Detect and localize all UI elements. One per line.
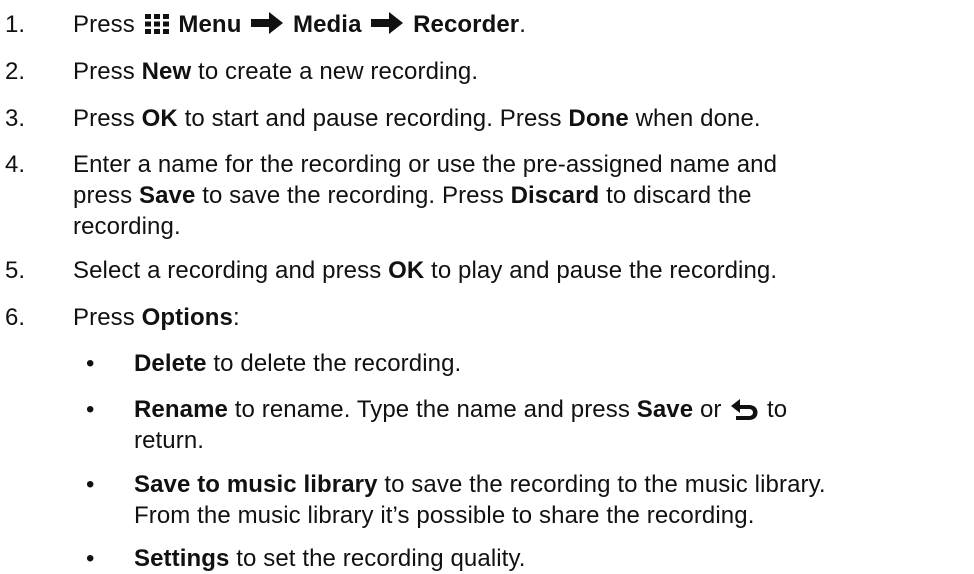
- text-run: Press: [73, 11, 142, 38]
- bold-term: Recorder: [406, 11, 520, 38]
- bullet-marker: •: [86, 396, 95, 423]
- instruction-document: 1. Press Menu Media Recorder. 2. Press New …: [0, 0, 974, 572]
- step-text-line: Enter a name for the recording or use th…: [73, 150, 777, 180]
- text-run: Press: [73, 105, 142, 132]
- step-number: 4.: [5, 151, 26, 178]
- option-text-line: Delete to delete the recording.: [134, 349, 461, 379]
- bullet-marker: •: [86, 471, 95, 498]
- option-text-line: From the music library it’s possible to …: [134, 501, 754, 531]
- bold-term: Options: [141, 304, 233, 331]
- step-number: 3.: [5, 105, 26, 132]
- step-text-line: Press Options:: [73, 303, 240, 333]
- bold-term: Media: [286, 11, 369, 38]
- step-number: 2.: [5, 58, 26, 85]
- bold-term: Delete: [134, 350, 207, 377]
- bullet-marker: •: [86, 545, 95, 572]
- step-text-line: press Save to save the recording. Press …: [73, 181, 752, 211]
- step-text-line: Press New to create a new recording.: [73, 57, 478, 87]
- option-text-line: return.: [134, 426, 204, 456]
- text-run: to play and pause the recording.: [424, 257, 778, 284]
- text-run: Press: [73, 304, 142, 331]
- arrow-right-icon: [250, 11, 284, 43]
- bold-term: OK: [141, 105, 178, 132]
- text-run: when done.: [628, 105, 761, 132]
- text-run: return.: [134, 427, 205, 454]
- step-text-line: Press OK to start and pause recording. P…: [73, 104, 761, 134]
- bold-term: Settings: [134, 545, 230, 572]
- text-run: to delete the recording.: [206, 350, 462, 377]
- bullet-marker: •: [86, 350, 95, 377]
- back-arrow-icon: [730, 398, 758, 428]
- option-text-line: Settings to set the recording quality.: [134, 544, 526, 574]
- arrow-right-icon: [370, 11, 404, 43]
- text-run: recording.: [73, 213, 181, 240]
- text-run: to start and pause recording. Press: [177, 105, 569, 132]
- text-run: From the music library it’s possible to …: [134, 502, 755, 529]
- step-text-line: Select a recording and press OK to play …: [73, 256, 777, 286]
- step-text-line: Press Menu Media Recorder.: [73, 10, 526, 43]
- text-run: to set the recording quality.: [229, 545, 526, 572]
- step-number: 5.: [5, 257, 26, 284]
- step-text-line: recording.: [73, 212, 181, 242]
- text-run: to rename. Type the name and press: [227, 396, 637, 423]
- menu-grid-icon: [144, 13, 170, 43]
- text-run: Enter a name for the recording or use th…: [73, 151, 778, 178]
- option-text-line: Save to music library to save the record…: [134, 470, 826, 500]
- step-number: 6.: [5, 304, 26, 331]
- option-text-line: Rename to rename. Type the name and pres…: [134, 395, 787, 428]
- bold-term: Save: [636, 396, 694, 423]
- bold-term: OK: [388, 257, 425, 284]
- bold-term: New: [141, 58, 192, 85]
- text-run: to save the recording to the music libra…: [377, 471, 826, 498]
- text-run: Press: [73, 58, 142, 85]
- bold-term: Rename: [134, 396, 228, 423]
- text-run: Select a recording and press: [73, 257, 389, 284]
- step-number: 1.: [5, 11, 26, 38]
- text-run: press: [73, 182, 139, 209]
- text-run: to create a new recording.: [191, 58, 479, 85]
- text-run: :: [232, 304, 240, 331]
- bold-term: Discard: [510, 182, 600, 209]
- text-run: .: [519, 11, 527, 38]
- text-run: or: [693, 396, 729, 423]
- text-run: to save the recording. Press: [195, 182, 511, 209]
- bold-term: Save: [138, 182, 196, 209]
- bold-term: Save to music library: [134, 471, 378, 498]
- text-run: to discard the: [599, 182, 752, 209]
- bold-term: Done: [568, 105, 629, 132]
- text-run: to: [760, 396, 788, 423]
- bold-term: Menu: [171, 11, 249, 38]
